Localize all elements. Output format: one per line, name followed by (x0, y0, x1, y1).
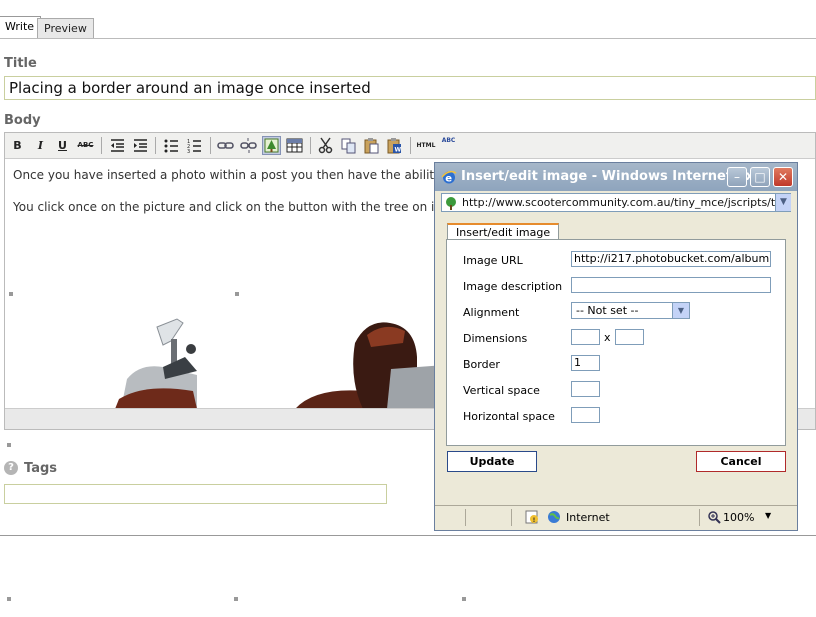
scooter-image[interactable] (105, 309, 445, 409)
zone-label: Internet (566, 511, 610, 524)
strikethrough-button[interactable]: ABC (76, 136, 95, 155)
italic-button[interactable]: I (31, 136, 50, 155)
status-separator (465, 509, 466, 526)
image-resize-handle[interactable] (9, 292, 13, 296)
tags-input[interactable] (4, 484, 387, 504)
resize-handle (7, 597, 11, 601)
numbered-list-icon[interactable]: 123 (185, 136, 204, 155)
width-input[interactable] (571, 329, 600, 345)
status-separator (511, 509, 512, 526)
dialog-statusbar: ! Internet 100% ▼ (435, 505, 797, 530)
paste-word-icon[interactable]: W (385, 136, 404, 155)
toolbar-separator (310, 137, 311, 154)
bullet-list-icon[interactable] (162, 136, 181, 155)
zoom-level[interactable]: 100% (723, 511, 754, 524)
toolbar-separator (210, 137, 211, 154)
spellcheck-button[interactable]: ABC (439, 136, 458, 155)
resize-handle (462, 597, 466, 601)
html-source-button[interactable]: HTML (414, 136, 438, 155)
tab-divider (0, 38, 816, 39)
body-label: Body (4, 113, 41, 128)
dimensions-separator: x (604, 331, 611, 344)
toolbar-separator (101, 137, 102, 154)
help-icon[interactable]: ? (4, 461, 18, 475)
image-url-label: Image URL (463, 254, 523, 267)
svg-text:!: ! (533, 517, 536, 524)
paste-icon[interactable] (362, 136, 381, 155)
tags-label: Tags (24, 461, 58, 476)
editor-toolbar: B I U ABC 123 W HTML ABC (5, 133, 815, 159)
page-icon (444, 195, 458, 210)
alignment-select[interactable]: -- Not set -- ▼ (571, 302, 690, 319)
image-resize-handle[interactable] (235, 292, 239, 296)
vertical-space-input[interactable] (571, 381, 600, 397)
alignment-label: Alignment (463, 306, 520, 319)
image-url-input[interactable]: http://i217.photobucket.com/album (571, 251, 771, 267)
svg-text:e: e (445, 174, 452, 185)
outdent-icon[interactable] (108, 136, 127, 155)
update-button[interactable]: Update (447, 451, 537, 472)
tab-preview[interactable]: Preview (37, 18, 94, 39)
zoom-icon[interactable] (707, 510, 721, 524)
dialog-titlebar[interactable]: e Insert/edit image - Windows Internet E… (435, 163, 797, 191)
border-input[interactable]: 1 (571, 355, 600, 371)
section-divider (0, 535, 816, 536)
image-properties-panel: Image URL http://i217.photobucket.com/al… (446, 239, 786, 446)
dimensions-label: Dimensions (463, 332, 528, 345)
horizontal-space-label: Horizontal space (463, 410, 555, 423)
table-icon[interactable] (285, 136, 304, 155)
svg-text:W: W (395, 147, 402, 154)
unlink-icon[interactable] (239, 136, 258, 155)
spellcheck-label: ABC (441, 137, 456, 144)
globe-icon (547, 510, 561, 524)
svg-text:3: 3 (187, 149, 190, 155)
title-input[interactable]: Placing a border around an image once in… (4, 76, 816, 100)
status-separator (699, 509, 700, 526)
ie-icon: e (441, 169, 457, 185)
indent-icon[interactable] (131, 136, 150, 155)
toolbar-separator (155, 137, 156, 154)
insert-image-icon[interactable] (262, 136, 281, 155)
vertical-space-label: Vertical space (463, 384, 540, 397)
image-description-input[interactable] (571, 277, 771, 293)
chevron-down-icon: ▼ (672, 303, 689, 318)
tab-write[interactable]: Write (0, 16, 42, 39)
alignment-value: -- Not set -- (576, 304, 639, 317)
resize-handle (234, 597, 238, 601)
underline-button[interactable]: U (53, 136, 72, 155)
maximize-button[interactable]: □ (750, 167, 770, 187)
image-description-label: Image description (463, 280, 563, 293)
dialog-title: Insert/edit image - Windows Internet Ex.… (461, 169, 769, 184)
address-bar[interactable]: http://www.scootercommunity.com.au/tiny_… (441, 193, 791, 212)
insert-image-dialog: e Insert/edit image - Windows Internet E… (434, 162, 798, 531)
link-icon[interactable] (216, 136, 235, 155)
resize-handle[interactable] (7, 443, 11, 447)
zoom-dropdown-icon[interactable]: ▼ (765, 511, 771, 520)
copy-icon[interactable] (339, 136, 358, 155)
title-label: Title (4, 56, 37, 71)
address-dropdown-icon[interactable]: ▼ (775, 194, 791, 211)
horizontal-space-input[interactable] (571, 407, 600, 423)
cut-icon[interactable] (316, 136, 335, 155)
cancel-button[interactable]: Cancel (696, 451, 786, 472)
bold-button[interactable]: B (8, 136, 27, 155)
border-label: Border (463, 358, 500, 371)
protected-mode-icon: ! (525, 510, 539, 524)
toolbar-separator (410, 137, 411, 154)
close-button[interactable]: ✕ (773, 167, 793, 187)
address-text: http://www.scootercommunity.com.au/tiny_… (462, 196, 791, 209)
height-input[interactable] (615, 329, 644, 345)
editor-paragraph: You click once on the picture and click … (13, 200, 455, 214)
minimize-button[interactable]: – (727, 167, 747, 187)
editor-paragraph: Once you have inserted a photo within a … (13, 168, 458, 182)
